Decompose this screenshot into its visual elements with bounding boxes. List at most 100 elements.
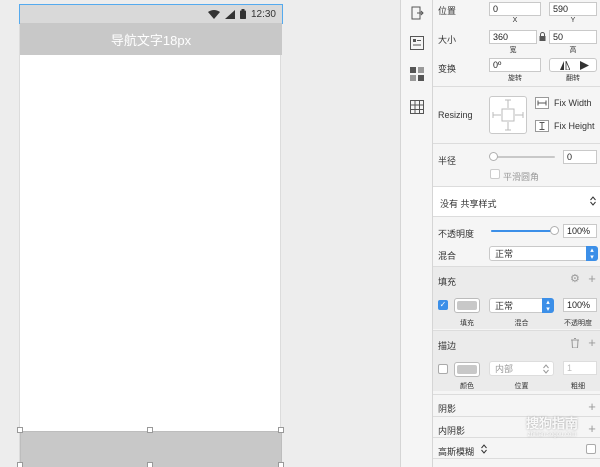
table-layout-icon[interactable] — [409, 99, 425, 115]
border-enabled-checkbox[interactable] — [438, 364, 448, 374]
blend-label: 混合 — [438, 251, 457, 261]
flip-horizontal-icon[interactable] — [560, 60, 571, 72]
lock-ratio-icon[interactable] — [539, 32, 546, 43]
fill-opacity-caption: 不透明度 — [564, 320, 592, 327]
border-position-caption: 位置 — [514, 383, 529, 390]
grid-components-icon[interactable] — [409, 66, 425, 82]
resizing-constraint-box[interactable] — [489, 96, 527, 134]
position-label: 位置 — [438, 6, 457, 16]
position-y-input[interactable]: 590 — [549, 2, 597, 16]
battery-icon — [239, 9, 246, 19]
shadow-label: 阴影 — [438, 404, 457, 414]
inspector-panel: 位置 0 590 X Y 大小 360 50 宽 高 变换 0º 旋转 翻转 R… — [433, 0, 600, 467]
radius-slider-track[interactable] — [491, 156, 555, 158]
fill-blend-select[interactable]: 正常 ▴ ▾ — [489, 298, 554, 313]
opacity-label: 不透明度 — [438, 229, 475, 239]
radius-label: 半径 — [438, 156, 457, 166]
chevron-updown-icon[interactable] — [481, 444, 487, 456]
blend-select[interactable]: 正常 ▴ ▾ — [489, 246, 598, 261]
select-arrows-icon: ▴ ▾ — [542, 298, 554, 313]
watermark-text: 搜狗指南 — [525, 416, 578, 431]
resize-handle-top-left[interactable] — [17, 427, 23, 433]
signal-icon — [224, 9, 235, 19]
border-thickness-caption: 粗细 — [571, 383, 585, 390]
position-x-input[interactable]: 0 — [489, 2, 541, 16]
divider — [433, 266, 600, 267]
smooth-corners-label: 平滑圆角 — [503, 172, 540, 182]
watermark-sub: zhinan.sogou.com — [527, 432, 577, 438]
blend-value: 正常 — [495, 249, 514, 259]
rotate-input[interactable]: 0º — [489, 58, 541, 72]
border-color-caption: 颜色 — [460, 383, 474, 390]
export-icon[interactable] — [409, 5, 425, 21]
artboard[interactable]: 12:30 导航文字18px — [19, 4, 283, 467]
inner-shadow-label: 内阴影 — [438, 426, 466, 436]
height-input[interactable]: 50 — [549, 30, 597, 44]
fill-enabled-checkbox[interactable]: ✓ — [438, 300, 448, 310]
canvas[interactable]: 12:30 导航文字18px — [0, 0, 400, 467]
divider — [433, 394, 600, 395]
fill-opacity-input[interactable]: 100% — [563, 298, 597, 312]
blur-enabled-checkbox[interactable] — [586, 444, 596, 454]
chevron-updown-icon — [543, 364, 549, 377]
status-bar[interactable]: 12:30 — [19, 4, 283, 24]
border-color-swatch[interactable] — [454, 362, 480, 377]
position-x-caption: X — [512, 17, 518, 24]
fill-color-swatch[interactable] — [454, 298, 480, 313]
shared-style-value: 没有 共享样式 — [440, 199, 497, 209]
select-arrows-icon: ▴ ▾ — [586, 246, 598, 261]
fix-width-label[interactable]: Fix Width — [554, 98, 592, 108]
border-thickness-input[interactable]: 1 — [563, 361, 597, 375]
divider — [433, 86, 600, 87]
divider — [433, 458, 600, 459]
flip-caption: 翻转 — [566, 75, 580, 82]
chevron-updown-icon — [590, 196, 596, 208]
nav-bar[interactable]: 导航文字18px — [20, 23, 282, 55]
opacity-slider-knob[interactable] — [550, 226, 559, 235]
border-position-select[interactable]: 内部 — [489, 361, 554, 376]
fill-caption: 填充 — [460, 320, 474, 327]
flip-buttons[interactable] — [549, 58, 597, 72]
wifi-icon — [207, 9, 220, 19]
resize-handle-bottom-right[interactable] — [278, 462, 284, 467]
resizing-label: Resizing — [438, 110, 473, 120]
add-inner-shadow-plus-icon[interactable]: + — [587, 422, 597, 435]
flip-vertical-icon[interactable] — [580, 61, 590, 72]
add-border-plus-icon[interactable]: + — [587, 336, 597, 349]
transform-label: 变换 — [438, 64, 457, 74]
opacity-slider-fill — [491, 230, 555, 232]
status-time: 12:30 — [250, 8, 276, 20]
watermark: 搜狗指南 zhinan.sogou.com — [526, 413, 578, 438]
position-y-caption: Y — [570, 17, 576, 24]
width-caption: 宽 — [509, 47, 517, 54]
radius-input[interactable]: 0 — [563, 150, 597, 164]
add-fill-plus-icon[interactable]: + — [587, 272, 597, 285]
border-color-swatch-inner — [457, 365, 477, 374]
resize-handle-bottom-middle[interactable] — [147, 462, 153, 467]
border-label: 描边 — [438, 341, 457, 351]
trash-icon[interactable] — [571, 338, 579, 350]
fix-height-icon[interactable] — [535, 120, 549, 134]
size-label: 大小 — [438, 35, 457, 45]
fill-settings-gear-icon[interactable]: ⚙ — [570, 274, 580, 285]
fill-blend-value: 正常 — [495, 301, 514, 311]
divider — [433, 143, 600, 144]
resize-handle-top-middle[interactable] — [147, 427, 153, 433]
radius-slider-knob[interactable] — [489, 152, 498, 161]
height-caption: 高 — [569, 47, 577, 54]
fix-height-label[interactable]: Fix Height — [554, 121, 595, 131]
inspector-tool-strip — [400, 0, 433, 467]
fix-width-icon[interactable] — [535, 97, 549, 111]
rotate-caption: 旋转 — [508, 75, 522, 82]
shared-style-dropdown[interactable]: 没有 共享样式 — [433, 187, 600, 216]
opacity-input[interactable]: 100% — [563, 224, 597, 238]
width-input[interactable]: 360 — [489, 30, 537, 44]
layer-list-icon[interactable] — [409, 35, 425, 51]
gaussian-blur-label[interactable]: 高斯模糊 — [438, 445, 474, 458]
border-position-value: 内部 — [495, 364, 514, 374]
resize-handle-top-right[interactable] — [278, 427, 284, 433]
smooth-corners-checkbox[interactable] — [490, 169, 500, 179]
add-shadow-plus-icon[interactable]: + — [587, 400, 597, 413]
resize-handle-bottom-left[interactable] — [17, 462, 23, 467]
nav-title: 导航文字18px — [110, 32, 192, 48]
